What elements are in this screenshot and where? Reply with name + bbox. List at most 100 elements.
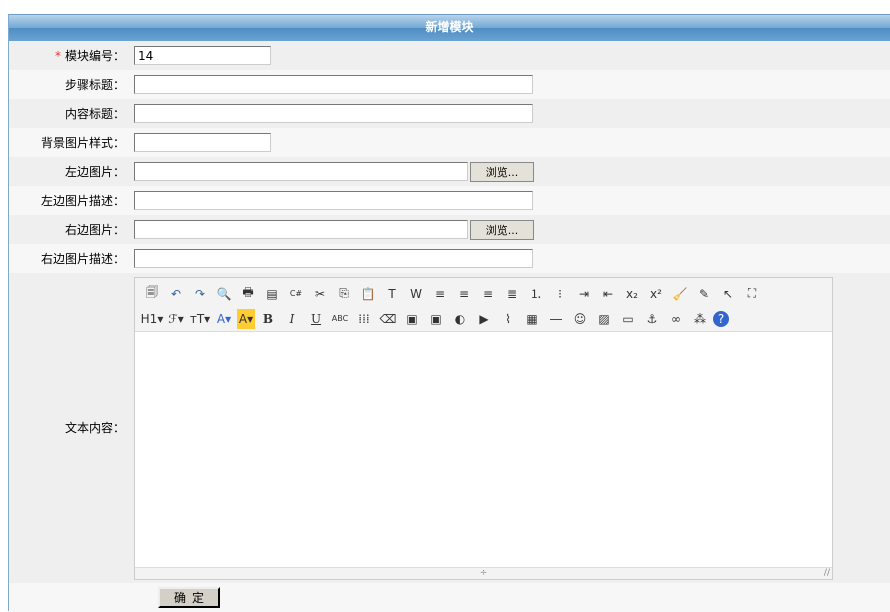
strikethrough-icon[interactable]: ABC [329, 309, 351, 329]
insert-image-icon[interactable]: ▣ [401, 309, 423, 329]
about-icon[interactable]: ? [713, 310, 729, 327]
panel-title: 新增模块 [9, 15, 890, 41]
field-label-text: 背景图片样式： [40, 136, 125, 150]
eraser-icon[interactable]: ⌫ [377, 309, 399, 329]
subscript-icon[interactable]: x₂ [621, 284, 643, 304]
field-label: * 模块编号： [9, 47, 131, 64]
paste-word-icon[interactable]: W [405, 284, 427, 304]
line-height-icon[interactable]: ⁞⁞⁞ [353, 309, 375, 329]
bold-icon[interactable]: B [257, 309, 279, 329]
field-input[interactable] [134, 75, 533, 94]
align-center-icon[interactable]: ≡ [453, 284, 475, 304]
form-row: * 模块编号： [9, 41, 890, 70]
field-value: 浏览... [131, 219, 890, 240]
font-color-icon[interactable]: A▾ [213, 309, 235, 329]
editor-resize-bar[interactable]: ÷ // [135, 567, 832, 579]
field-label-text: 右边图片： [64, 223, 125, 237]
form-panel: 新增模块 *模块编号：步骤标题：内容标题：背景图片样式：左边图片：浏览...左边… [8, 14, 890, 612]
italic-icon[interactable]: I [281, 309, 303, 329]
form-row: 步骤标题： [9, 70, 890, 99]
browse-button[interactable]: 浏览... [470, 161, 534, 182]
field-value [131, 191, 890, 210]
editor-row: 文本内容： 🗐 ↶ ↷ 🔍 🖶 ▤ C# ✂ ⎘ 📋 T W ≡ ≡ ≡ ≣ ⒈ ⁝ ⇥ ⇤ x₂ x² 🧹 ✎ ↖ ⛶ H1▾ ℱ… [9, 273, 890, 583]
resize-grip-icon[interactable]: // [824, 568, 830, 579]
field-input[interactable] [134, 104, 533, 123]
unordered-list-icon[interactable]: ⁝ [549, 284, 571, 304]
superscript-icon[interactable]: x² [645, 284, 667, 304]
editor-toolbar: 🗐 ↶ ↷ 🔍 🖶 ▤ C# ✂ ⎘ 📋 T W ≡ ≡ ≡ ≣ ⒈ ⁝ ⇥ ⇤ x₂ x² 🧹 ✎ ↖ ⛶ H1▾ ℱ▾ тT▾ A▾… [135, 278, 832, 332]
page-break-icon[interactable]: ▭ [617, 309, 639, 329]
align-right-icon[interactable]: ≡ [477, 284, 499, 304]
field-value: 浏览... [131, 161, 890, 182]
anchor-icon[interactable]: ⚓ [641, 309, 663, 329]
form-row: 左边图片： 浏览... [9, 157, 890, 186]
multi-image-icon[interactable]: ▣ [425, 309, 447, 329]
source-icon[interactable]: 🗐 [141, 284, 163, 304]
paste-icon[interactable]: 📋 [357, 284, 379, 304]
heading-icon[interactable]: H1▾ [141, 309, 164, 329]
confirm-button[interactable]: 确定 [158, 587, 220, 608]
underline-icon[interactable]: U [305, 309, 327, 329]
highlight-icon[interactable]: A▾ [237, 308, 255, 329]
redo-icon[interactable]: ↷ [189, 284, 211, 304]
print-icon[interactable]: 🖶 [237, 284, 259, 304]
ordered-list-icon[interactable]: ⒈ [525, 284, 547, 304]
field-input[interactable] [134, 46, 271, 65]
link-icon[interactable]: ∞ [665, 309, 687, 329]
indent-icon[interactable]: ⇥ [573, 284, 595, 304]
field-label: 左边图片： [9, 163, 131, 180]
cut-icon[interactable]: ✂ [309, 284, 331, 304]
field-label-text: 左边图片描述： [40, 194, 125, 208]
field-label: 右边图片： [9, 221, 131, 238]
field-label: 文本内容： [64, 421, 125, 435]
resize-handle-icon[interactable]: ÷ [480, 568, 488, 578]
font-size-icon[interactable]: тT▾ [189, 309, 211, 329]
field-label-text: 步骤标题： [64, 78, 125, 92]
field-value [131, 249, 890, 268]
justify-icon[interactable]: ≣ [501, 284, 523, 304]
field-input[interactable] [134, 133, 271, 152]
field-label: 右边图片描述： [9, 250, 131, 267]
image-gallery-icon[interactable]: ▨ [593, 309, 615, 329]
paste-text-icon[interactable]: T [381, 284, 403, 304]
undo-icon[interactable]: ↶ [165, 284, 187, 304]
field-label: 步骤标题： [9, 76, 131, 93]
insert-video-icon[interactable]: ▶ [473, 309, 495, 329]
field-input[interactable] [134, 162, 468, 181]
form-row: 内容标题： [9, 99, 890, 128]
outdent-icon[interactable]: ⇤ [597, 284, 619, 304]
form-row: 右边图片： 浏览... [9, 215, 890, 244]
field-value [131, 46, 890, 65]
field-label: 背景图片样式： [9, 134, 131, 151]
clear-format-icon[interactable]: 🧹 [669, 284, 691, 304]
cursor-icon[interactable]: ↖ [717, 284, 739, 304]
browse-button[interactable]: 浏览... [470, 219, 534, 240]
field-value [131, 104, 890, 123]
horizontal-rule-icon[interactable]: ― [545, 309, 567, 329]
editor-content-area[interactable] [135, 332, 832, 567]
field-input[interactable] [134, 191, 533, 210]
submit-row: 确定 [9, 583, 890, 612]
table-icon[interactable]: ▦ [521, 309, 543, 329]
code-icon[interactable]: C# [285, 284, 307, 304]
flash-icon[interactable]: ◐ [449, 309, 471, 329]
field-input[interactable] [134, 249, 533, 268]
form-row: 背景图片样式： [9, 128, 890, 157]
unlink-icon[interactable]: ⁂ [689, 309, 711, 329]
field-label-text: 内容标题： [64, 107, 125, 121]
preview-icon[interactable]: 🔍 [213, 284, 235, 304]
align-left-icon[interactable]: ≡ [429, 284, 451, 304]
fullscreen-icon[interactable]: ⛶ [741, 284, 763, 304]
copy-icon[interactable]: ⎘ [333, 284, 355, 304]
attachment-icon[interactable]: ⌇ [497, 309, 519, 329]
form-row: 左边图片描述： [9, 186, 890, 215]
font-family-icon[interactable]: ℱ▾ [165, 309, 187, 329]
field-value [131, 75, 890, 94]
form-row: 右边图片描述： [9, 244, 890, 273]
emoticon-icon[interactable]: ☺ [569, 309, 591, 329]
select-all-icon[interactable]: ✎ [693, 284, 715, 304]
field-label: 内容标题： [9, 105, 131, 122]
template-icon[interactable]: ▤ [261, 284, 283, 304]
field-input[interactable] [134, 220, 468, 239]
required-marker: * [54, 49, 61, 63]
